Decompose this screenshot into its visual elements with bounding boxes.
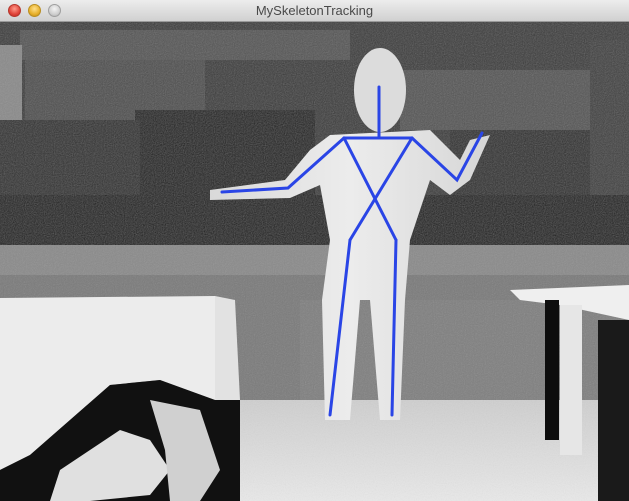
window-title: MySkeletonTracking	[255, 3, 374, 18]
depth-scene	[0, 22, 629, 501]
near-object-left	[0, 296, 240, 501]
title-bar[interactable]: MySkeletonTracking	[0, 0, 629, 22]
app-window: MySkeletonTracking	[0, 0, 629, 501]
depth-image-viewport	[0, 22, 629, 501]
